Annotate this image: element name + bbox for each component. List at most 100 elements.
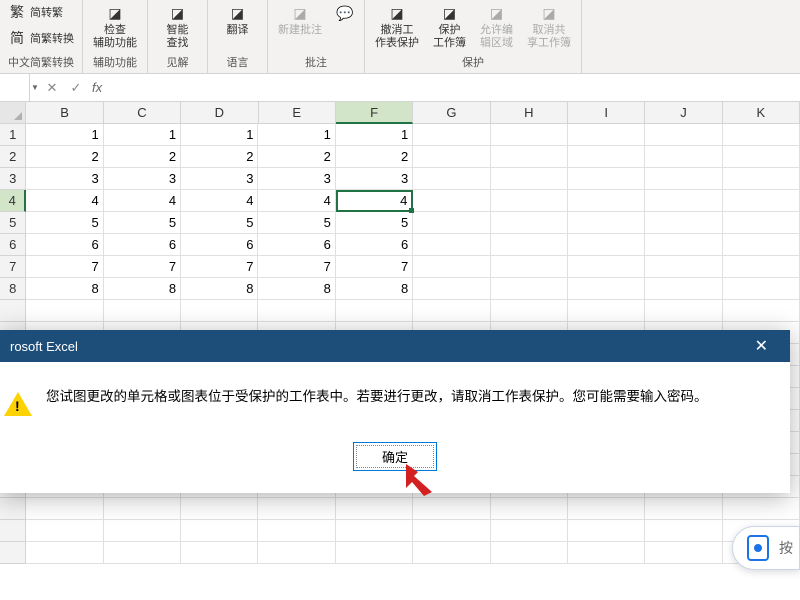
- cell-I[interactable]: [568, 498, 645, 520]
- cell-G5[interactable]: [413, 212, 490, 234]
- cell-J1[interactable]: [645, 124, 722, 146]
- cell-C7[interactable]: 7: [104, 256, 181, 278]
- row-header-2[interactable]: 2: [0, 146, 26, 168]
- cell-H5[interactable]: [491, 212, 568, 234]
- cell-H[interactable]: [491, 498, 568, 520]
- simp-trad-convert-button[interactable]: 简简繁转换: [6, 28, 76, 48]
- cell-G[interactable]: [413, 520, 490, 542]
- cell-B1[interactable]: 1: [26, 124, 103, 146]
- cell-J[interactable]: [645, 520, 722, 542]
- cell-G[interactable]: [413, 542, 490, 564]
- cell-C8[interactable]: 8: [104, 278, 181, 300]
- name-box[interactable]: [0, 74, 30, 101]
- cell-E3[interactable]: 3: [258, 168, 335, 190]
- row-header-[interactable]: [0, 520, 26, 542]
- cell-J7[interactable]: [645, 256, 722, 278]
- cell-D[interactable]: [181, 542, 258, 564]
- cell-D3[interactable]: 3: [181, 168, 258, 190]
- cell-E8[interactable]: 8: [258, 278, 335, 300]
- cell-I2[interactable]: [568, 146, 645, 168]
- cell-I[interactable]: [568, 542, 645, 564]
- cell-H[interactable]: [491, 300, 568, 322]
- cell-D[interactable]: [181, 300, 258, 322]
- cell-D2[interactable]: 2: [181, 146, 258, 168]
- cell-C6[interactable]: 6: [104, 234, 181, 256]
- cell-F2[interactable]: 2: [336, 146, 413, 168]
- cell-G[interactable]: [413, 300, 490, 322]
- row-header-6[interactable]: 6: [0, 234, 26, 256]
- formula-input[interactable]: [106, 80, 800, 95]
- cell-I6[interactable]: [568, 234, 645, 256]
- cell-E7[interactable]: 7: [258, 256, 335, 278]
- column-header-J[interactable]: J: [645, 102, 722, 124]
- cell-C[interactable]: [104, 498, 181, 520]
- cell-F4[interactable]: 4: [336, 190, 414, 212]
- cell-K5[interactable]: [723, 212, 800, 234]
- cell-H1[interactable]: [491, 124, 568, 146]
- cell-E2[interactable]: 2: [258, 146, 335, 168]
- cell-F[interactable]: [336, 498, 413, 520]
- column-header-B[interactable]: B: [26, 102, 103, 124]
- cell-K[interactable]: [723, 300, 800, 322]
- cell-G6[interactable]: [413, 234, 490, 256]
- cell-D7[interactable]: 7: [181, 256, 258, 278]
- cell-F7[interactable]: 7: [336, 256, 413, 278]
- cell-E[interactable]: [258, 542, 335, 564]
- check-accessibility-button[interactable]: ◪检查 辅助功能: [89, 2, 141, 52]
- cell-C3[interactable]: 3: [104, 168, 181, 190]
- cell-J[interactable]: [645, 498, 722, 520]
- cell-B3[interactable]: 3: [26, 168, 103, 190]
- cell-K1[interactable]: [723, 124, 800, 146]
- close-icon[interactable]: ✕: [743, 336, 780, 356]
- cell-J6[interactable]: [645, 234, 722, 256]
- row-header-[interactable]: [0, 300, 26, 322]
- cell-K[interactable]: [723, 498, 800, 520]
- cell-J3[interactable]: [645, 168, 722, 190]
- cell-H[interactable]: [491, 520, 568, 542]
- column-header-D[interactable]: D: [181, 102, 258, 124]
- cell-J8[interactable]: [645, 278, 722, 300]
- cell-D5[interactable]: 5: [181, 212, 258, 234]
- name-box-dropdown-icon[interactable]: ▼: [30, 83, 40, 92]
- cell-H7[interactable]: [491, 256, 568, 278]
- cell-F5[interactable]: 5: [336, 212, 413, 234]
- cell-G8[interactable]: [413, 278, 490, 300]
- cell-B4[interactable]: 4: [26, 190, 103, 212]
- cell-G[interactable]: [413, 498, 490, 520]
- cell-H6[interactable]: [491, 234, 568, 256]
- cell-J5[interactable]: [645, 212, 722, 234]
- cell-D6[interactable]: 6: [181, 234, 258, 256]
- cell-I3[interactable]: [568, 168, 645, 190]
- cell-B[interactable]: [26, 542, 103, 564]
- row-header-[interactable]: [0, 542, 26, 564]
- cell-B[interactable]: [26, 300, 103, 322]
- cell-J4[interactable]: [645, 190, 722, 212]
- cell-B[interactable]: [26, 498, 103, 520]
- column-header-G[interactable]: G: [413, 102, 490, 124]
- row-header-[interactable]: [0, 498, 26, 520]
- column-header-H[interactable]: H: [491, 102, 568, 124]
- cell-K6[interactable]: [723, 234, 800, 256]
- column-header-E[interactable]: E: [259, 102, 336, 124]
- cell-E6[interactable]: 6: [258, 234, 335, 256]
- cell-D[interactable]: [181, 520, 258, 542]
- row-header-1[interactable]: 1: [0, 124, 26, 146]
- cell-C[interactable]: [104, 520, 181, 542]
- column-header-K[interactable]: K: [723, 102, 800, 124]
- cell-B[interactable]: [26, 520, 103, 542]
- cell-G4[interactable]: [413, 190, 490, 212]
- cell-I4[interactable]: [568, 190, 645, 212]
- cell-K4[interactable]: [723, 190, 800, 212]
- cell-C[interactable]: [104, 542, 181, 564]
- cell-F1[interactable]: 1: [336, 124, 413, 146]
- cell-I7[interactable]: [568, 256, 645, 278]
- row-header-4[interactable]: 4: [0, 190, 26, 212]
- cell-C4[interactable]: 4: [104, 190, 181, 212]
- cell-E[interactable]: [258, 300, 335, 322]
- cell-H2[interactable]: [491, 146, 568, 168]
- cell-I5[interactable]: [568, 212, 645, 234]
- cell-C1[interactable]: 1: [104, 124, 181, 146]
- cell-G2[interactable]: [413, 146, 490, 168]
- cell-G3[interactable]: [413, 168, 490, 190]
- column-header-C[interactable]: C: [104, 102, 181, 124]
